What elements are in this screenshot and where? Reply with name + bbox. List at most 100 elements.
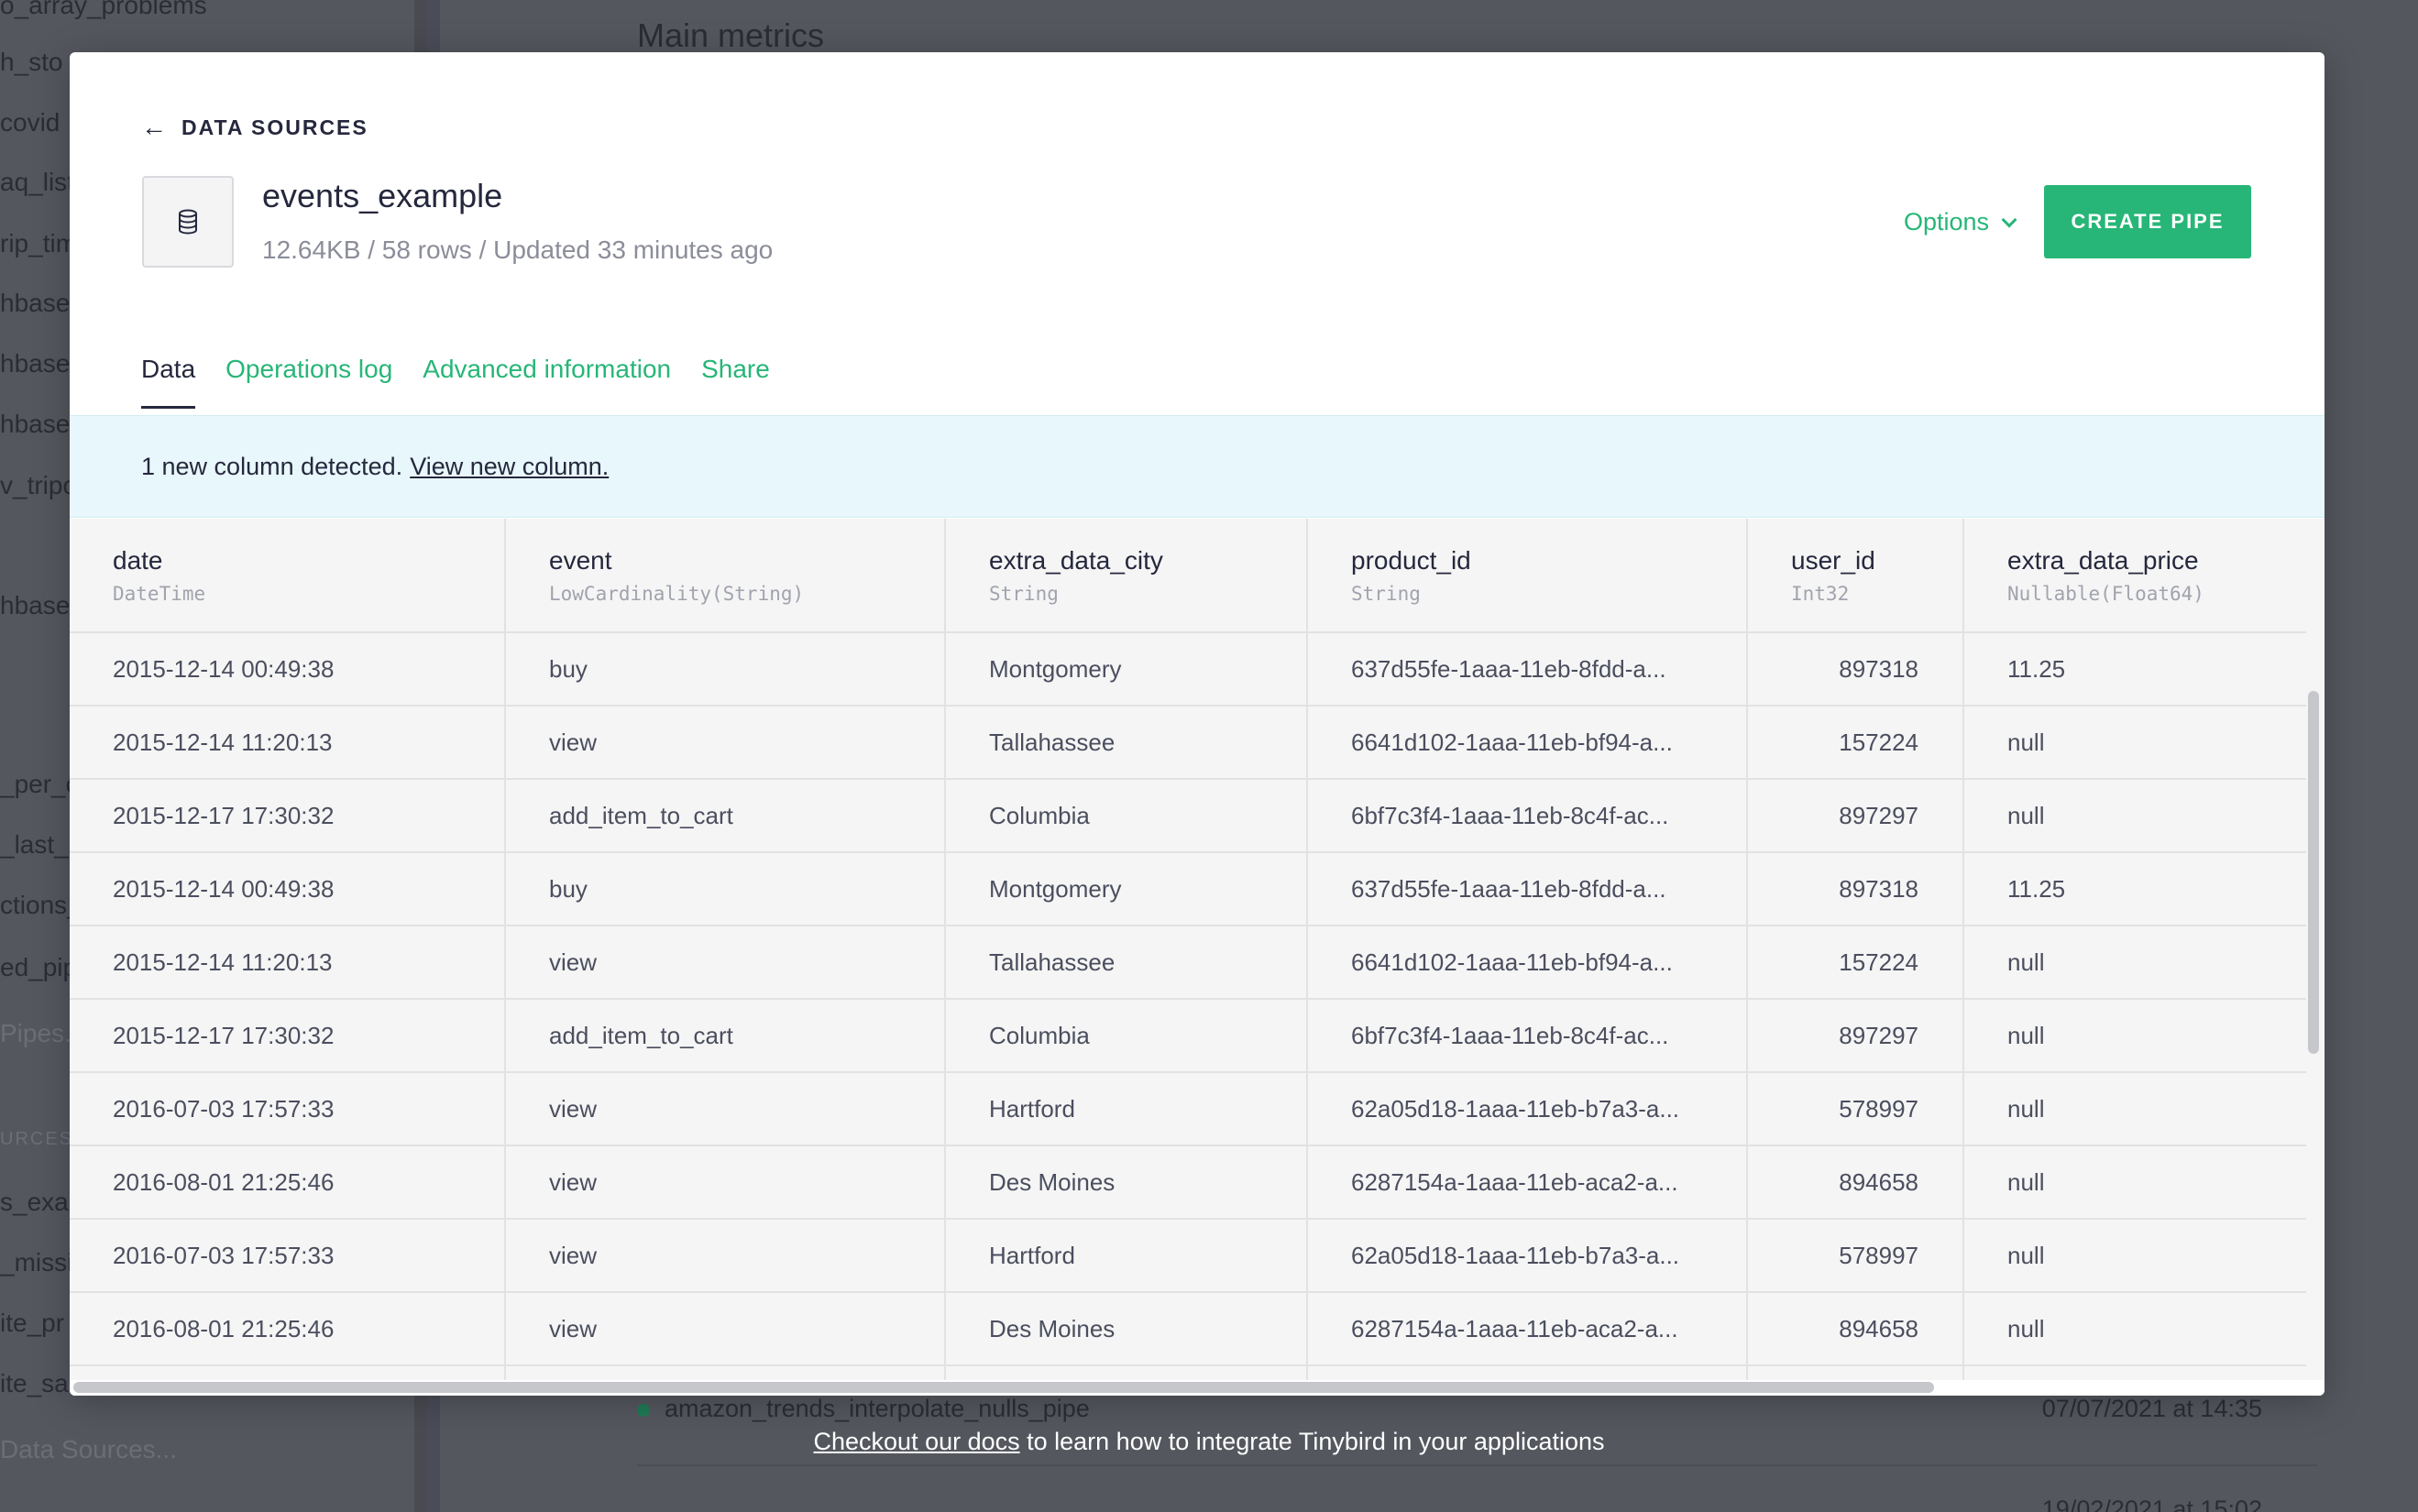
table-row: 2016-08-01 21:25:46 view Des Moines 6287154… [70, 1292, 2306, 1366]
table-cell: buy [505, 632, 946, 707]
table-row: 2015-12-14 11:20:13 view Tallahassee 6641d1… [70, 926, 2306, 1000]
table-cell: Des Moines [945, 1145, 1308, 1220]
table-row: 2015-12-17 17:30:32 add_item_to_cart Colum… [70, 999, 2306, 1073]
table-cell: Columbia [945, 779, 1308, 853]
status-dot-icon [637, 1403, 650, 1417]
table-cell: 897318 [1747, 852, 1964, 926]
data-table-container[interactable]: date DateTime event LowCardinality(String)… [70, 519, 2325, 1380]
back-link-label: DATA SOURCES [181, 115, 368, 139]
sidebar-item: o_array_problems [0, 0, 207, 19]
column-header-user-id: user_id Int32 [1747, 519, 1964, 633]
table-cell: view [505, 1145, 946, 1220]
tab-operations-log[interactable]: Operations log [225, 355, 392, 409]
table-cell: null [1963, 1292, 2306, 1366]
table-cell [1307, 1365, 1748, 1380]
data-source-modal: ← DATA SOURCES events_example 12.64KB / … [70, 52, 2325, 1396]
table-row: 2015-12-14 00:49:38 buy Montgomery 637d55fe… [70, 632, 2306, 707]
table-cell: 637d55fe-1aaa-11eb-8fdd-a... [1307, 632, 1748, 707]
sidebar-item: h_sto [0, 48, 63, 76]
table-cell: 637d55fe-1aaa-11eb-8fdd-a... [1307, 852, 1748, 926]
table-cell: 2015-12-14 00:49:38 [70, 852, 506, 926]
sidebar-item: _last_ [0, 830, 69, 859]
table-cell [505, 1365, 946, 1380]
sidebar-item: hbase [0, 289, 71, 317]
pipe-date: 19/02/2021 at 15:02 [2041, 1496, 2262, 1512]
table-row: 2015-12-14 11:20:13 view Tallahassee 6641d1… [70, 706, 2306, 780]
table-cell: 2016-08-01 21:25:46 [70, 1145, 506, 1220]
table-cell: Hartford [945, 1072, 1308, 1146]
table-cell: null [1963, 926, 2306, 1000]
table-cell: null [1963, 706, 2306, 780]
table-cell: null [1963, 999, 2306, 1073]
table-header-row: date DateTime event LowCardinality(String)… [70, 519, 2306, 633]
tab-share[interactable]: Share [701, 355, 770, 409]
table-cell: add_item_to_cart [505, 999, 946, 1073]
table-cell: 2015-12-14 11:20:13 [70, 926, 506, 1000]
table-cell [945, 1365, 1308, 1380]
table-cell: 6bf7c3f4-1aaa-11eb-8c4f-ac... [1307, 779, 1748, 853]
tab-advanced-information[interactable]: Advanced information [423, 355, 671, 409]
table-cell: 2016-07-03 17:57:33 [70, 1072, 506, 1146]
table-cell [1963, 1365, 2306, 1380]
column-header-extra-data-city: extra_data_city String [945, 519, 1308, 633]
table-cell: Tallahassee [945, 926, 1308, 1000]
table-cell: Des Moines [945, 1292, 1308, 1366]
table-cell: 62a05d18-1aaa-11eb-b7a3-a... [1307, 1219, 1748, 1293]
main-heading: Main metrics [637, 16, 825, 54]
back-to-data-sources-link[interactable]: ← DATA SOURCES [141, 113, 368, 142]
vertical-scrollbar[interactable] [2308, 691, 2319, 1054]
table-cell: view [505, 1219, 946, 1293]
sidebar-item: rip_tim [0, 229, 78, 257]
column-header-product-id: product_id String [1307, 519, 1748, 633]
tab-bar: Data Operations log Advanced information… [141, 355, 800, 409]
sidebar-item: _per_c [0, 770, 79, 798]
table-cell: 6641d102-1aaa-11eb-bf94-a... [1307, 926, 1748, 1000]
table-cell: 2015-12-14 00:49:38 [70, 632, 506, 707]
table-cell: 157224 [1747, 706, 1964, 780]
table-cell: 157224 [1747, 926, 1964, 1000]
table-cell: Montgomery [945, 852, 1308, 926]
table-cell: 11.25 [1963, 852, 2306, 926]
column-header-event: event LowCardinality(String) [505, 519, 946, 633]
sidebar-section-label: URCES [0, 1129, 74, 1149]
options-dropdown[interactable]: Options [1903, 208, 2017, 236]
pipe-name: amazon_trends_interpolate_nulls_pipe [665, 1395, 1090, 1422]
footer-text: to learn how to integrate Tinybird in yo… [1019, 1428, 1605, 1455]
table-cell: 578997 [1747, 1219, 1964, 1293]
table-cell: Tallahassee [945, 706, 1308, 780]
divider [637, 1464, 2317, 1466]
chevron-down-icon [2001, 212, 2017, 227]
docs-link[interactable]: Checkout our docs [814, 1428, 1020, 1455]
view-new-column-link[interactable]: View new column. [410, 453, 609, 481]
table-cell: null [1963, 1072, 2306, 1146]
sidebar-item: covid [0, 108, 60, 137]
options-label: Options [1903, 208, 1989, 236]
database-icon [142, 176, 234, 268]
table-row: 2015-12-17 17:30:32 add_item_to_cart Colum… [70, 779, 2306, 853]
table-cell: 2016-08-01 21:25:46 [70, 1292, 506, 1366]
table-cell: 894658 [1747, 1292, 1964, 1366]
data-table: date DateTime event LowCardinality(String)… [70, 519, 2306, 1380]
table-cell: 578997 [1747, 1072, 1964, 1146]
create-pipe-button[interactable]: CREATE PIPE [2044, 185, 2251, 258]
table-cell: 6287154a-1aaa-11eb-aca2-a... [1307, 1145, 1748, 1220]
table-cell: add_item_to_cart [505, 779, 946, 853]
new-column-notice: 1 new column detected. View new column. [70, 415, 2325, 518]
horizontal-scrollbar[interactable] [73, 1382, 1934, 1393]
data-source-meta: 12.64KB / 58 rows / Updated 33 minutes a… [262, 236, 774, 264]
table-cell: 897297 [1747, 999, 1964, 1073]
sidebar-item: _missi [0, 1248, 73, 1276]
tab-data[interactable]: Data [141, 355, 196, 409]
table-cell: 2015-12-17 17:30:32 [70, 999, 506, 1073]
table-cell: view [505, 1292, 946, 1366]
column-header-extra-data-price: extra_data_price Nullable(Float64) [1963, 519, 2306, 633]
table-cell: 6bf7c3f4-1aaa-11eb-8c4f-ac... [1307, 999, 1748, 1073]
sidebar-item: s_exa [0, 1188, 69, 1216]
table-row [70, 1365, 2306, 1380]
sidebar-item: ed_pip [0, 953, 78, 981]
arrow-left-icon: ← [141, 113, 169, 141]
sidebar-item: ite_pr [0, 1309, 65, 1337]
column-header-date: date DateTime [70, 519, 506, 633]
table-cell: 894658 [1747, 1145, 1964, 1220]
sidebar-item: hbase [0, 349, 71, 378]
